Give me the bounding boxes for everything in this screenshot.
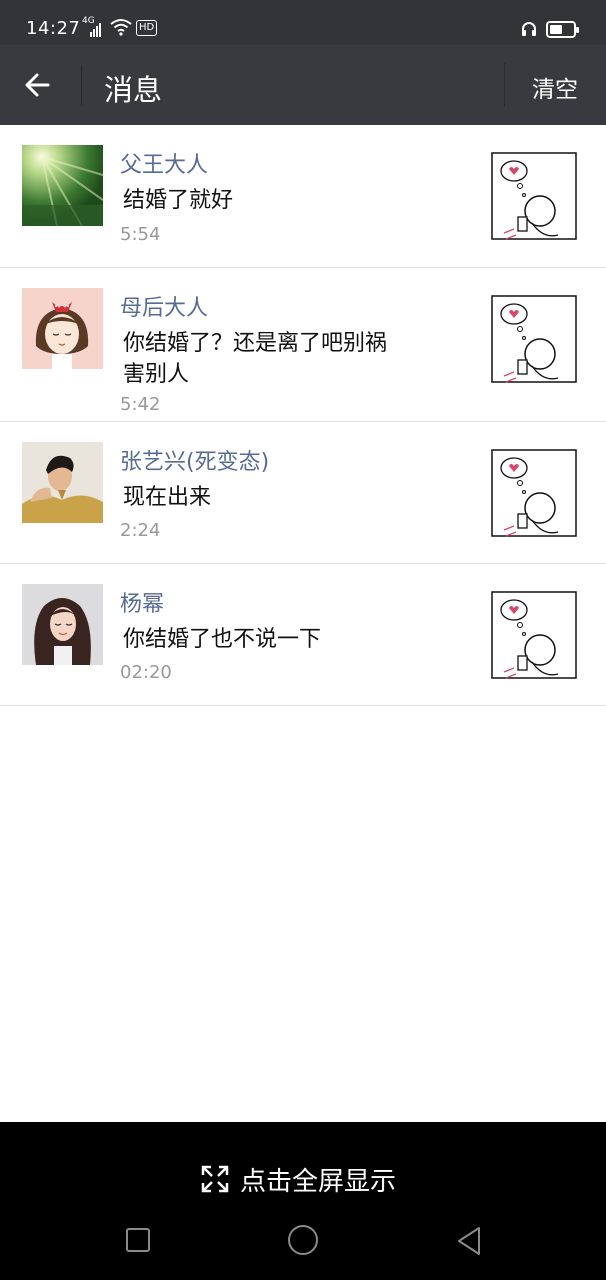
message-text: 现在出来 <box>123 485 212 510</box>
message-item[interactable]: 杨幂 你结婚了也不说一下 02:20 <box>0 564 606 706</box>
title-divider-right <box>504 63 505 107</box>
message-item[interactable]: 父王大人 结婚了就好 5:54 <box>0 125 606 268</box>
message-item[interactable]: 张艺兴(死变态) 现在出来 2:24 <box>0 422 606 564</box>
recent-apps-icon[interactable] <box>126 1228 150 1252</box>
home-icon[interactable] <box>288 1225 318 1255</box>
sender-name[interactable]: 父王大人 <box>120 147 208 179</box>
avatar[interactable] <box>22 145 103 226</box>
message-thumbnail[interactable] <box>488 588 580 684</box>
fullscreen-label: 点击全屏显示 <box>240 1166 397 1197</box>
doodle-thumbnail-image <box>491 295 577 383</box>
sender-name[interactable]: 杨幂 <box>120 586 164 618</box>
avatar[interactable] <box>22 584 103 665</box>
doodle-thumbnail-image <box>491 152 577 240</box>
battery-icon <box>546 21 579 38</box>
message-list: 父王大人 结婚了就好 5:54 母后大人 你结婚了？还是离了吧别祸害别人 5:4… <box>0 125 606 706</box>
message-thumbnail[interactable] <box>488 446 580 542</box>
doodle-thumbnail-image <box>491 591 577 679</box>
sender-name[interactable]: 张艺兴(死变态) <box>120 444 269 476</box>
title-bar: 消息 清空 <box>0 45 606 125</box>
title-divider <box>81 65 82 105</box>
clear-button[interactable]: 清空 <box>532 70 578 104</box>
status-time: 14:27 <box>26 18 81 39</box>
fullscreen-button[interactable]: 点击全屏显示 <box>200 1159 396 1199</box>
fullscreen-bar: 点击全屏显示 <box>0 1122 606 1280</box>
message-time: 02:20 <box>120 662 172 683</box>
message-thumbnail[interactable] <box>488 292 580 388</box>
expand-icon <box>201 1165 229 1193</box>
back-button[interactable] <box>20 65 60 105</box>
avatar[interactable] <box>22 442 103 523</box>
forest-avatar-image <box>22 145 103 226</box>
sender-name[interactable]: 母后大人 <box>120 290 208 322</box>
woman-portrait-avatar-image <box>22 584 103 665</box>
back-icon[interactable] <box>455 1225 483 1261</box>
hd-icon: HD <box>136 20 158 36</box>
message-text: 你结婚了也不说一下 <box>123 627 322 652</box>
wifi-icon <box>110 18 132 40</box>
doodle-thumbnail-image <box>491 449 577 537</box>
page-title: 消息 <box>104 73 163 107</box>
message-text: 你结婚了？还是离了吧别祸害别人 <box>123 331 388 387</box>
headset-icon <box>520 20 538 42</box>
message-time: 5:42 <box>120 394 161 415</box>
man-portrait-avatar-image <box>22 442 103 523</box>
status-bar: 14:27 4G HD <box>0 0 606 45</box>
message-time: 2:24 <box>120 520 161 541</box>
message-text: 结婚了就好 <box>123 188 234 213</box>
battery-level <box>550 25 562 34</box>
message-item[interactable]: 母后大人 你结婚了？还是离了吧别祸害别人 5:42 <box>0 268 606 422</box>
message-time: 5:54 <box>120 224 161 245</box>
message-thumbnail[interactable] <box>488 149 580 245</box>
cartoon-girl-avatar-image <box>22 288 103 369</box>
avatar[interactable] <box>22 288 103 369</box>
back-arrow-icon <box>25 73 50 97</box>
